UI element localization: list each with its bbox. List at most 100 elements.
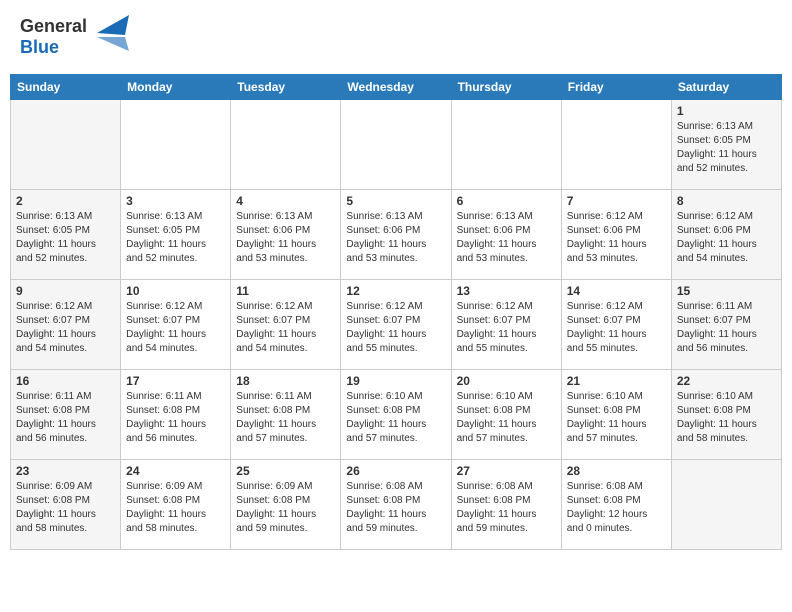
logo: General Blue bbox=[20, 16, 129, 58]
calendar-cell: 1 Sunrise: 6:13 AM Sunset: 6:05 PM Daylig… bbox=[671, 100, 781, 190]
day-number: 15 bbox=[677, 284, 776, 298]
day-number: 24 bbox=[126, 464, 225, 478]
day-number: 5 bbox=[346, 194, 445, 208]
calendar-cell: 23 Sunrise: 6:09 AM Sunset: 6:08 PM Dayli… bbox=[11, 460, 121, 550]
calendar-cell: 28 Sunrise: 6:08 AM Sunset: 6:08 PM Dayli… bbox=[561, 460, 671, 550]
day-info: Sunrise: 6:12 AM Sunset: 6:07 PM Dayligh… bbox=[16, 300, 115, 356]
calendar-cell: 20 Sunrise: 6:10 AM Sunset: 6:08 PM Dayli… bbox=[451, 370, 561, 460]
calendar-cell: 18 Sunrise: 6:11 AM Sunset: 6:08 PM Dayli… bbox=[231, 370, 341, 460]
calendar-body: 1 Sunrise: 6:13 AM Sunset: 6:05 PM Daylig… bbox=[11, 100, 782, 550]
calendar-cell: 19 Sunrise: 6:10 AM Sunset: 6:08 PM Dayli… bbox=[341, 370, 451, 460]
day-info: Sunrise: 6:09 AM Sunset: 6:08 PM Dayligh… bbox=[126, 480, 225, 536]
day-number: 21 bbox=[567, 374, 666, 388]
calendar-cell bbox=[341, 100, 451, 190]
weekday-header-friday: Friday bbox=[561, 75, 671, 100]
calendar-cell: 5 Sunrise: 6:13 AM Sunset: 6:06 PM Daylig… bbox=[341, 190, 451, 280]
day-info: Sunrise: 6:10 AM Sunset: 6:08 PM Dayligh… bbox=[677, 390, 776, 446]
day-info: Sunrise: 6:09 AM Sunset: 6:08 PM Dayligh… bbox=[16, 480, 115, 536]
day-number: 9 bbox=[16, 284, 115, 298]
calendar-cell bbox=[231, 100, 341, 190]
day-info: Sunrise: 6:08 AM Sunset: 6:08 PM Dayligh… bbox=[457, 480, 556, 536]
logo-wing-icon bbox=[89, 15, 129, 51]
week-row-5: 23 Sunrise: 6:09 AM Sunset: 6:08 PM Dayli… bbox=[11, 460, 782, 550]
week-row-1: 1 Sunrise: 6:13 AM Sunset: 6:05 PM Daylig… bbox=[11, 100, 782, 190]
day-number: 27 bbox=[457, 464, 556, 478]
header: General Blue bbox=[0, 0, 792, 62]
day-number: 12 bbox=[346, 284, 445, 298]
day-info: Sunrise: 6:13 AM Sunset: 6:06 PM Dayligh… bbox=[236, 210, 335, 266]
day-number: 11 bbox=[236, 284, 335, 298]
day-info: Sunrise: 6:13 AM Sunset: 6:06 PM Dayligh… bbox=[457, 210, 556, 266]
day-number: 10 bbox=[126, 284, 225, 298]
calendar-cell: 9 Sunrise: 6:12 AM Sunset: 6:07 PM Daylig… bbox=[11, 280, 121, 370]
day-number: 2 bbox=[16, 194, 115, 208]
calendar-cell bbox=[451, 100, 561, 190]
calendar-cell: 13 Sunrise: 6:12 AM Sunset: 6:07 PM Dayli… bbox=[451, 280, 561, 370]
calendar: SundayMondayTuesdayWednesdayThursdayFrid… bbox=[0, 74, 792, 560]
day-info: Sunrise: 6:10 AM Sunset: 6:08 PM Dayligh… bbox=[457, 390, 556, 446]
calendar-cell: 8Sunrise: 6:12 AM Sunset: 6:06 PM Daylig… bbox=[671, 190, 781, 280]
calendar-cell: 16Sunrise: 6:11 AM Sunset: 6:08 PM Dayli… bbox=[11, 370, 121, 460]
week-row-2: 2 Sunrise: 6:13 AM Sunset: 6:05 PM Daylig… bbox=[11, 190, 782, 280]
calendar-cell bbox=[561, 100, 671, 190]
day-number: 23 bbox=[16, 464, 115, 478]
calendar-cell: 17 Sunrise: 6:11 AM Sunset: 6:08 PM Dayli… bbox=[121, 370, 231, 460]
calendar-cell: 25Sunrise: 6:09 AM Sunset: 6:08 PM Dayli… bbox=[231, 460, 341, 550]
day-info: Sunrise: 6:12 AM Sunset: 6:06 PM Dayligh… bbox=[567, 210, 666, 266]
day-info: Sunrise: 6:11 AM Sunset: 6:08 PM Dayligh… bbox=[16, 390, 115, 446]
day-number: 26 bbox=[346, 464, 445, 478]
weekday-header-thursday: Thursday bbox=[451, 75, 561, 100]
day-info: Sunrise: 6:13 AM Sunset: 6:06 PM Dayligh… bbox=[346, 210, 445, 266]
calendar-cell: 10 Sunrise: 6:12 AM Sunset: 6:07 PM Dayli… bbox=[121, 280, 231, 370]
day-info: Sunrise: 6:10 AM Sunset: 6:08 PM Dayligh… bbox=[346, 390, 445, 446]
calendar-cell: 2Sunrise: 6:13 AM Sunset: 6:05 PM Daylig… bbox=[11, 190, 121, 280]
calendar-cell bbox=[671, 460, 781, 550]
day-info: Sunrise: 6:11 AM Sunset: 6:08 PM Dayligh… bbox=[126, 390, 225, 446]
day-number: 20 bbox=[457, 374, 556, 388]
day-info: Sunrise: 6:08 AM Sunset: 6:08 PM Dayligh… bbox=[567, 480, 666, 536]
day-info: Sunrise: 6:09 AM Sunset: 6:08 PM Dayligh… bbox=[236, 480, 335, 536]
day-info: Sunrise: 6:13 AM Sunset: 6:05 PM Dayligh… bbox=[677, 120, 776, 176]
day-info: Sunrise: 6:12 AM Sunset: 6:07 PM Dayligh… bbox=[346, 300, 445, 356]
calendar-cell bbox=[121, 100, 231, 190]
week-row-3: 9 Sunrise: 6:12 AM Sunset: 6:07 PM Daylig… bbox=[11, 280, 782, 370]
calendar-cell: 24 Sunrise: 6:09 AM Sunset: 6:08 PM Dayli… bbox=[121, 460, 231, 550]
day-number: 14 bbox=[567, 284, 666, 298]
day-number: 1 bbox=[677, 104, 776, 118]
calendar-table: SundayMondayTuesdayWednesdayThursdayFrid… bbox=[10, 74, 782, 550]
calendar-cell: 26 Sunrise: 6:08 AM Sunset: 6:08 PM Dayli… bbox=[341, 460, 451, 550]
day-number: 22 bbox=[677, 374, 776, 388]
day-number: 17 bbox=[126, 374, 225, 388]
calendar-cell: 14 Sunrise: 6:12 AM Sunset: 6:07 PM Dayli… bbox=[561, 280, 671, 370]
weekday-header-monday: Monday bbox=[121, 75, 231, 100]
day-info: Sunrise: 6:12 AM Sunset: 6:07 PM Dayligh… bbox=[126, 300, 225, 356]
logo-text: General Blue bbox=[20, 16, 87, 58]
day-info: Sunrise: 6:12 AM Sunset: 6:06 PM Dayligh… bbox=[677, 210, 776, 266]
day-info: Sunrise: 6:12 AM Sunset: 6:07 PM Dayligh… bbox=[567, 300, 666, 356]
day-info: Sunrise: 6:13 AM Sunset: 6:05 PM Dayligh… bbox=[126, 210, 225, 266]
day-number: 6 bbox=[457, 194, 556, 208]
day-info: Sunrise: 6:10 AM Sunset: 6:08 PM Dayligh… bbox=[567, 390, 666, 446]
calendar-cell: 12 Sunrise: 6:12 AM Sunset: 6:07 PM Dayli… bbox=[341, 280, 451, 370]
day-number: 19 bbox=[346, 374, 445, 388]
weekday-header-wednesday: Wednesday bbox=[341, 75, 451, 100]
calendar-cell: 15 Sunrise: 6:11 AM Sunset: 6:07 PM Dayli… bbox=[671, 280, 781, 370]
day-info: Sunrise: 6:12 AM Sunset: 6:07 PM Dayligh… bbox=[457, 300, 556, 356]
day-number: 13 bbox=[457, 284, 556, 298]
weekday-header-saturday: Saturday bbox=[671, 75, 781, 100]
day-number: 7 bbox=[567, 194, 666, 208]
week-row-4: 16Sunrise: 6:11 AM Sunset: 6:08 PM Dayli… bbox=[11, 370, 782, 460]
calendar-cell: 7 Sunrise: 6:12 AM Sunset: 6:06 PM Daylig… bbox=[561, 190, 671, 280]
day-number: 18 bbox=[236, 374, 335, 388]
day-number: 28 bbox=[567, 464, 666, 478]
weekday-header-sunday: Sunday bbox=[11, 75, 121, 100]
calendar-cell bbox=[11, 100, 121, 190]
day-info: Sunrise: 6:11 AM Sunset: 6:07 PM Dayligh… bbox=[677, 300, 776, 356]
subtitle bbox=[0, 62, 792, 74]
calendar-cell: 22 Sunrise: 6:10 AM Sunset: 6:08 PM Dayli… bbox=[671, 370, 781, 460]
day-info: Sunrise: 6:12 AM Sunset: 6:07 PM Dayligh… bbox=[236, 300, 335, 356]
day-info: Sunrise: 6:11 AM Sunset: 6:08 PM Dayligh… bbox=[236, 390, 335, 446]
day-info: Sunrise: 6:08 AM Sunset: 6:08 PM Dayligh… bbox=[346, 480, 445, 536]
day-number: 4 bbox=[236, 194, 335, 208]
day-number: 3 bbox=[126, 194, 225, 208]
